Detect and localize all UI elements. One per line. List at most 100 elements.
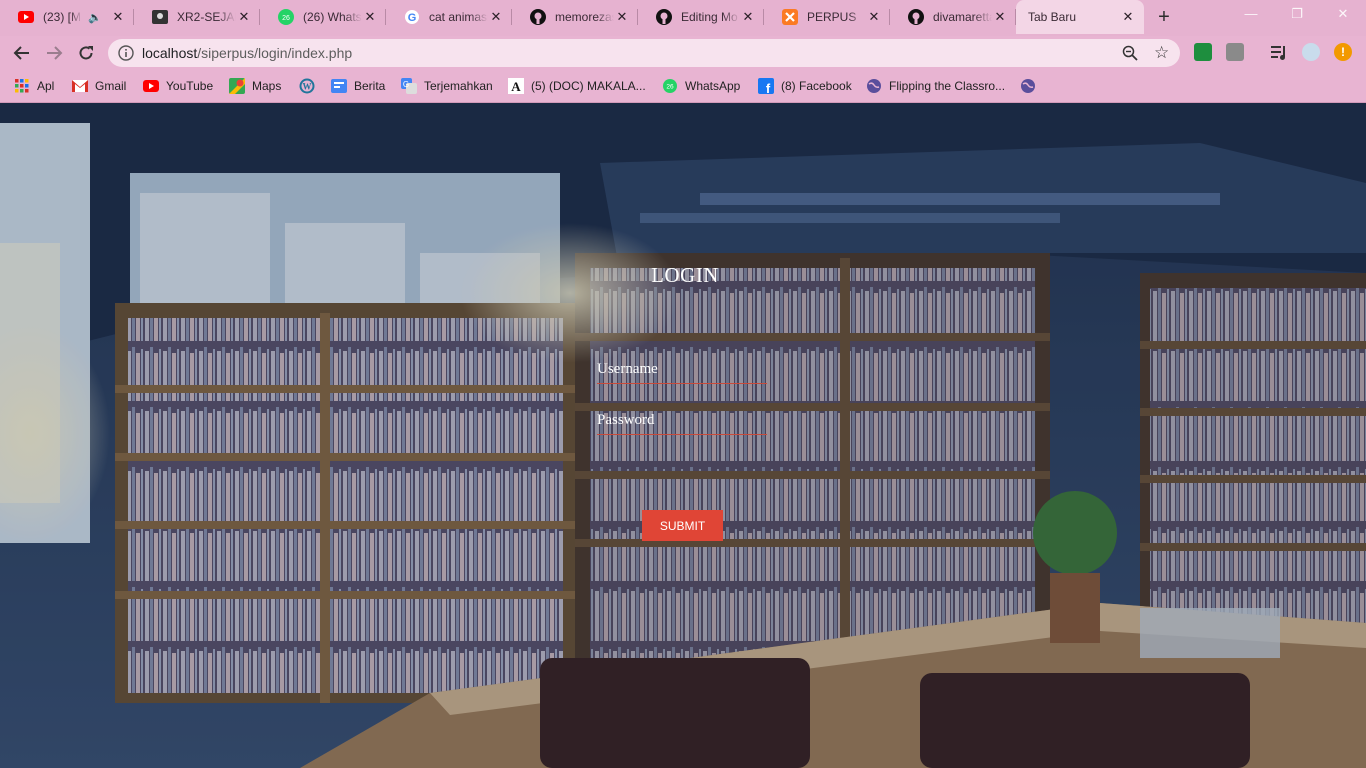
bookmark-label: Apl bbox=[37, 79, 55, 93]
tab-title: cat animasi bbox=[429, 10, 488, 24]
login-form: LOGIN Username Password SUBMIT bbox=[540, 263, 830, 541]
wordpress-icon: W bbox=[299, 78, 315, 94]
maximize-icon[interactable]: ❐ bbox=[1282, 6, 1312, 26]
forward-arrow-icon bbox=[47, 46, 63, 60]
bookmark-label: Gmail bbox=[95, 79, 127, 93]
close-tab-icon[interactable]: ✕ bbox=[110, 9, 126, 25]
whatsapp-icon: 26 bbox=[278, 9, 294, 25]
tab-title: XR2-SEJARAH bbox=[177, 10, 236, 24]
bookmark-flipping[interactable]: Flipping the Classro... bbox=[866, 76, 1005, 96]
download-extension-icon[interactable] bbox=[1226, 43, 1244, 61]
close-tab-icon[interactable]: ✕ bbox=[740, 9, 756, 25]
bookmark-label: Berita bbox=[354, 79, 386, 93]
url-text[interactable]: localhost/siperpus/login/index.php bbox=[142, 45, 352, 61]
browser-tab[interactable]: G cat animasi ✕ bbox=[386, 0, 512, 34]
close-tab-icon[interactable]: ✕ bbox=[614, 9, 630, 25]
browser-tab[interactable]: XR2-SEJARAH ✕ bbox=[134, 0, 260, 34]
bookmark-whatsapp[interactable]: 26 WhatsApp bbox=[662, 76, 740, 96]
browser-tab[interactable]: Editing Mo ✕ bbox=[638, 0, 764, 34]
media-control-icon[interactable] bbox=[1270, 43, 1288, 61]
bookmark-star-icon[interactable]: ☆ bbox=[1154, 43, 1169, 63]
address-bar[interactable]: localhost/siperpus/login/index.php ☆ bbox=[108, 39, 1180, 67]
github-icon bbox=[908, 9, 924, 25]
bookmark-label: (8) Facebook bbox=[781, 79, 852, 93]
username-field[interactable]: Username bbox=[597, 360, 767, 384]
bookmark-maps[interactable]: Maps bbox=[229, 76, 281, 96]
academia-icon: A bbox=[508, 78, 524, 94]
speaker-icon[interactable]: 🔈 bbox=[88, 11, 102, 24]
news-icon bbox=[331, 78, 347, 94]
tab-strip: (23) [M 🔈 ✕ XR2-SEJARAH ✕ 26 (26) WhatsA… bbox=[0, 0, 1366, 36]
bookmark-label: YouTube bbox=[166, 79, 214, 93]
new-tab-button[interactable]: + bbox=[1152, 7, 1176, 29]
tab-title: PERPUS bbox=[807, 10, 857, 24]
close-tab-icon[interactable]: ✕ bbox=[866, 9, 882, 25]
svg-text:26: 26 bbox=[666, 84, 674, 91]
bookmark-academia[interactable]: A (5) (DOC) MAKALA... bbox=[508, 76, 646, 96]
forward-button[interactable] bbox=[42, 41, 66, 65]
close-tab-icon[interactable]: ✕ bbox=[992, 9, 1008, 25]
browser-tab[interactable]: PERPUS ✕ bbox=[764, 0, 890, 34]
whatsapp-icon: 26 bbox=[662, 78, 678, 94]
bookmark-label: Terjemahkan bbox=[424, 79, 493, 93]
tab-title: Editing Mo bbox=[681, 10, 738, 24]
svg-text:f: f bbox=[766, 81, 771, 94]
profile-avatar[interactable] bbox=[1302, 43, 1320, 61]
zoom-out-icon[interactable] bbox=[1122, 45, 1138, 61]
window-close-icon[interactable]: ✕ bbox=[1328, 6, 1358, 26]
bookmark-facebook[interactable]: f (8) Facebook bbox=[758, 76, 852, 96]
bookmark-label: (5) (DOC) MAKALA... bbox=[531, 79, 646, 93]
submit-button[interactable]: SUBMIT bbox=[642, 510, 723, 541]
bookmark-youtube[interactable]: YouTube bbox=[143, 76, 213, 96]
login-title: LOGIN bbox=[651, 263, 719, 287]
bookmark-berita[interactable]: Berita bbox=[331, 76, 385, 96]
close-tab-icon[interactable]: ✕ bbox=[488, 9, 504, 25]
username-placeholder: Username bbox=[597, 361, 658, 377]
close-tab-icon[interactable]: ✕ bbox=[1120, 9, 1136, 25]
site-info-icon[interactable] bbox=[118, 45, 134, 61]
tab-title: memorezas bbox=[555, 10, 614, 24]
tab-title: Tab Baru bbox=[1028, 10, 1077, 24]
svg-text:A: A bbox=[511, 79, 521, 94]
github-icon bbox=[530, 9, 546, 25]
github-icon bbox=[656, 9, 672, 25]
url-path: /siperpus/login/index.php bbox=[197, 45, 353, 61]
browser-tab[interactable]: divamaretta ✕ bbox=[890, 0, 1016, 34]
apps-grid-icon bbox=[14, 78, 30, 94]
youtube-icon bbox=[18, 9, 34, 25]
gmail-icon bbox=[72, 78, 88, 94]
maps-icon bbox=[229, 78, 245, 94]
bookmark-terjemahkan[interactable]: G Terjemahkan bbox=[401, 76, 493, 96]
bookmark-gmail[interactable]: Gmail bbox=[72, 76, 126, 96]
reload-button[interactable] bbox=[74, 41, 98, 65]
minimize-icon[interactable]: — bbox=[1236, 6, 1266, 26]
globe-icon bbox=[866, 78, 882, 94]
svg-text:26: 26 bbox=[282, 15, 290, 22]
svg-text:W: W bbox=[303, 82, 312, 92]
browser-tab[interactable]: 26 (26) WhatsApp ✕ bbox=[260, 0, 386, 34]
back-button[interactable] bbox=[10, 41, 34, 65]
facebook-icon: f bbox=[758, 78, 774, 94]
bookmark-apps[interactable]: Apl bbox=[14, 76, 54, 96]
bookmark-wordpress[interactable]: W bbox=[299, 76, 322, 96]
svg-text:G: G bbox=[403, 80, 409, 89]
close-tab-icon[interactable]: ✕ bbox=[362, 9, 378, 25]
page-content: LOGIN Username Password SUBMIT bbox=[0, 103, 1366, 768]
close-tab-icon[interactable]: ✕ bbox=[236, 9, 252, 25]
classroom-icon bbox=[152, 9, 168, 25]
xampp-icon bbox=[782, 9, 798, 25]
classroom-extension-icon[interactable] bbox=[1194, 43, 1212, 61]
translate-icon: G bbox=[401, 78, 417, 94]
password-field[interactable]: Password bbox=[597, 411, 767, 435]
google-icon: G bbox=[404, 9, 420, 25]
bookmark-globe[interactable] bbox=[1020, 76, 1043, 96]
bookmarks-bar: Apl Gmail YouTube Maps W Berita G Terjem… bbox=[0, 70, 1366, 103]
svg-text:G: G bbox=[408, 12, 417, 24]
reload-icon bbox=[79, 46, 93, 60]
browser-tab[interactable]: (23) [M 🔈 ✕ bbox=[0, 0, 134, 34]
url-host: localhost bbox=[142, 45, 198, 61]
browser-tab-active[interactable]: Tab Baru ✕ bbox=[1016, 0, 1144, 34]
browser-tab[interactable]: memorezas ✕ bbox=[512, 0, 638, 34]
update-alert-icon[interactable]: ! bbox=[1334, 43, 1352, 61]
youtube-icon bbox=[143, 78, 159, 94]
